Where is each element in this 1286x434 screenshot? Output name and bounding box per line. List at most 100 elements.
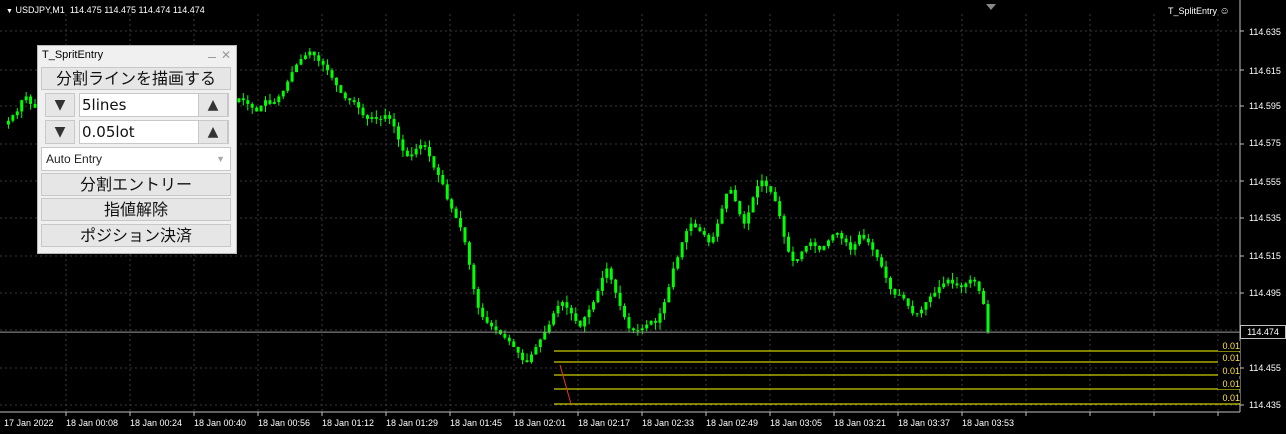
y-tick: 114.515 <box>1249 251 1281 261</box>
candle-body <box>698 227 702 232</box>
collapse-triangle-icon[interactable]: ▼ <box>6 8 13 15</box>
candle-body <box>826 240 830 247</box>
draw-split-lines-button[interactable]: 分割ラインを描画する <box>41 67 231 90</box>
candle-body <box>640 328 644 331</box>
minimize-icon[interactable] <box>208 57 216 58</box>
entry-lot-label: 0.01 <box>1218 341 1240 351</box>
candle-body <box>272 102 276 104</box>
candle-body <box>29 96 33 104</box>
candle-body <box>11 115 15 121</box>
triangle-up-icon: ▲ <box>207 97 219 113</box>
candle-body <box>250 103 254 108</box>
candle-body <box>596 290 600 303</box>
candle-body <box>370 117 374 119</box>
candle-body <box>321 60 325 65</box>
candle-body <box>680 242 684 258</box>
x-tick: 18 Jan 00:24 <box>130 418 183 428</box>
candle-body <box>569 307 573 314</box>
candle-body <box>543 332 547 340</box>
candle-body <box>516 347 520 353</box>
y-tick: 114.615 <box>1249 66 1281 76</box>
ohlc-prices: 114.475 114.475 114.474 114.474 <box>69 5 205 15</box>
candle-body <box>787 236 791 252</box>
candle-body <box>578 320 582 327</box>
candle-body <box>831 234 835 241</box>
candle-body <box>627 317 631 329</box>
candle-body <box>396 126 400 140</box>
x-tick: 18 Jan 02:17 <box>578 418 631 428</box>
candle-body <box>862 234 866 239</box>
candle-body <box>702 231 706 235</box>
candle-body <box>565 302 569 308</box>
candle-body <box>343 92 347 99</box>
indicator-label: T_SplitEntry <box>1168 6 1218 16</box>
candle-body <box>769 186 773 192</box>
candle-body <box>871 242 875 250</box>
candle-body <box>352 100 356 103</box>
candle-body <box>711 236 715 243</box>
candle-body <box>756 186 760 198</box>
candle-body <box>277 96 281 103</box>
candle-body <box>20 100 24 112</box>
candle-body <box>636 330 640 332</box>
candle-body <box>849 242 853 250</box>
candle-body <box>405 150 409 157</box>
candle-body <box>933 292 937 297</box>
candle-body <box>428 146 432 157</box>
x-tick: 18 Jan 00:56 <box>258 418 311 428</box>
candle-body <box>605 268 609 278</box>
split-entry-button[interactable]: 分割エントリー <box>41 173 231 196</box>
candle-body <box>951 279 955 284</box>
candle-body <box>720 208 724 224</box>
y-tick: 114.435 <box>1249 400 1281 410</box>
candle-body <box>733 189 737 202</box>
scroll-marker-icon <box>986 4 996 10</box>
candle-body <box>738 201 742 215</box>
candle-body <box>560 302 564 306</box>
x-tick: 18 Jan 00:08 <box>66 418 119 428</box>
candle-body <box>592 302 596 310</box>
candle-body <box>529 354 533 362</box>
entry-mode-select[interactable]: Auto Entry ▼ <box>41 147 231 171</box>
candle-body <box>299 59 303 65</box>
candle-body <box>552 313 556 325</box>
candle-body <box>574 313 578 321</box>
candle-body <box>441 174 445 185</box>
lot-decrease-button[interactable]: ▼ <box>45 120 75 144</box>
candle-body <box>609 268 613 280</box>
candle-body <box>707 234 711 243</box>
candle-body <box>512 341 516 348</box>
candle-body <box>751 197 755 213</box>
candle-body <box>392 118 396 127</box>
candle-body <box>946 279 950 284</box>
candle-body <box>312 51 316 56</box>
candle-body <box>295 64 299 73</box>
candle-body <box>982 290 986 305</box>
cancel-limit-button[interactable]: 指値解除 <box>41 198 231 221</box>
candle-body <box>326 64 330 71</box>
close-positions-button[interactable]: ポジション決済 <box>41 224 231 247</box>
candle-body <box>334 77 338 86</box>
candle-body <box>671 268 675 288</box>
candle-body <box>587 309 591 318</box>
chevron-down-icon: ▼ <box>216 154 225 164</box>
candle-body <box>804 246 808 252</box>
candle-body <box>959 285 963 288</box>
y-tick: 114.555 <box>1249 177 1281 187</box>
lot-increase-button[interactable]: ▲ <box>198 120 228 144</box>
candle-body <box>760 180 764 187</box>
candle-body <box>924 302 928 310</box>
candle-body <box>809 242 813 247</box>
candle-body <box>467 242 471 265</box>
candle-body <box>432 156 436 168</box>
lines-decrease-button[interactable]: ▼ <box>45 93 75 117</box>
lines-increase-button[interactable]: ▲ <box>198 93 228 117</box>
candle-body <box>649 320 653 325</box>
candle-body <box>742 214 746 224</box>
candle-body <box>795 259 799 262</box>
close-icon[interactable]: ✕ <box>221 48 231 62</box>
candle-body <box>241 98 245 101</box>
candle-body <box>614 279 618 293</box>
candle-body <box>317 55 321 61</box>
candle-body <box>853 244 857 250</box>
